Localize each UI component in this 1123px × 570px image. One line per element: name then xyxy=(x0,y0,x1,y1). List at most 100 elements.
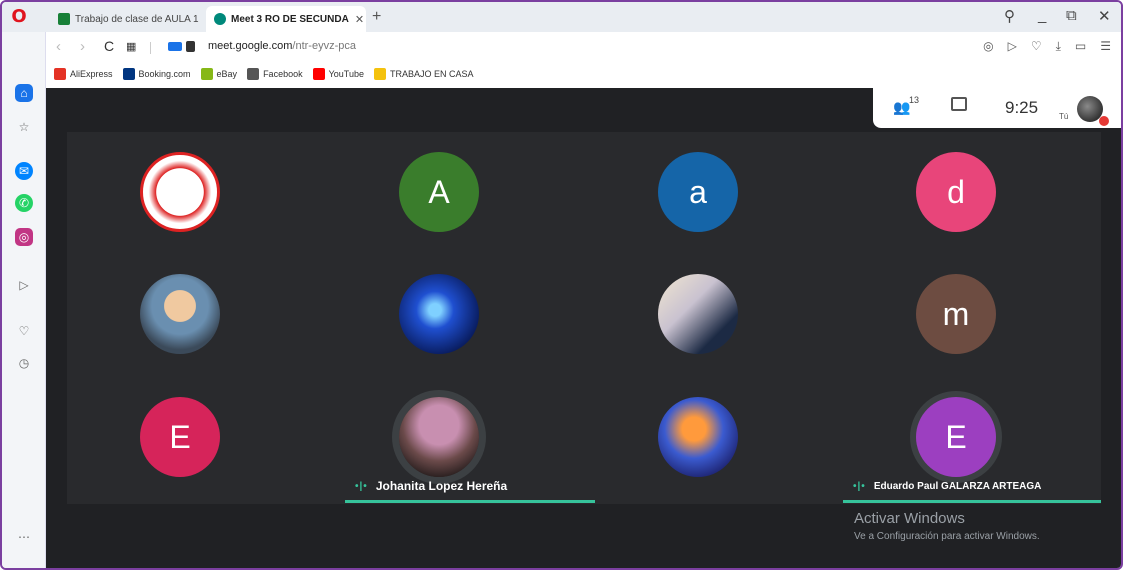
battery-icon[interactable]: ▭ xyxy=(1075,39,1086,54)
classroom-favicon-icon xyxy=(58,13,70,25)
tab-title: Trabajo de clase de AULA 1 xyxy=(75,13,199,25)
bookmark-label: Facebook xyxy=(263,69,303,79)
speaker-name: Eduardo Paul GALARZA ARTEAGA xyxy=(873,480,1042,492)
address-bar: ‹ › C ▦ meet.google.com/ntr-eyvz-pca ◎ ▷… xyxy=(46,32,1121,62)
participant-initial-avatar: m xyxy=(916,274,996,354)
participant-tile[interactable]: a xyxy=(570,132,826,252)
bookmark-youtube[interactable]: YouTube xyxy=(312,68,364,80)
tab-classwork[interactable]: Trabajo de clase de AULA 1 ✕ xyxy=(50,6,202,32)
star-icon[interactable]: ☆ xyxy=(15,118,33,136)
easy-setup-icon[interactable]: ☰ xyxy=(1100,39,1111,54)
more-icon[interactable]: ⋯ xyxy=(15,528,33,546)
participant-tile[interactable] xyxy=(570,254,826,374)
participant-tile[interactable] xyxy=(52,254,308,374)
participant-initial-avatar: E xyxy=(916,397,996,477)
download-icon[interactable]: ⤓ xyxy=(1056,39,1061,54)
participant-photo-avatar xyxy=(399,397,479,477)
watermark-subtitle: Ve a Configuración para activar Windows. xyxy=(854,531,1040,542)
participant-initial-avatar: a xyxy=(658,152,738,232)
participant-photo-avatar xyxy=(399,274,479,354)
bookmark-label: Booking.com xyxy=(138,69,191,79)
camera-icon[interactable] xyxy=(168,42,182,51)
new-tab-button[interactable]: + xyxy=(372,8,381,26)
send-icon[interactable]: ▷ xyxy=(15,276,33,294)
participant-tile[interactable]: A xyxy=(311,132,567,252)
meet-top-panel: 👥 13 9:25 Tú xyxy=(873,88,1121,128)
url-domain: meet.google.com xyxy=(208,40,293,52)
bookmark-booking[interactable]: Booking.com xyxy=(122,68,191,80)
participants-count: 13 xyxy=(909,95,920,105)
watermark-title: Activar Windows xyxy=(854,510,965,527)
ebay-icon xyxy=(200,68,213,80)
instagram-icon[interactable]: ◎ xyxy=(15,228,33,246)
participant-photo-avatar xyxy=(658,397,738,477)
snapshot-icon[interactable]: ◎ xyxy=(983,39,993,54)
speaking-indicator xyxy=(345,500,595,503)
url-field[interactable]: meet.google.com/ntr-eyvz-pca xyxy=(208,40,356,52)
home-icon[interactable]: ⌂ xyxy=(15,84,33,102)
back-icon[interactable]: ‹ xyxy=(56,38,61,55)
messenger-icon[interactable]: ✉ xyxy=(15,162,33,180)
speaker-name-label: •|• Eduardo Paul GALARZA ARTEAGA xyxy=(843,476,1041,496)
participant-initial-avatar: E xyxy=(140,397,220,477)
participant-tile[interactable] xyxy=(311,254,567,374)
self-label: Tú xyxy=(1059,112,1069,121)
meet-favicon-icon xyxy=(214,13,226,25)
audio-level-icon: •|• xyxy=(355,480,368,492)
participant-initial-avatar: d xyxy=(916,152,996,232)
reload-icon[interactable]: C xyxy=(104,38,114,54)
browser-window: O Trabajo de clase de AULA 1 ✕ Meet 3 RO… xyxy=(0,0,1123,570)
bookmark-aliexpress[interactable]: AliExpress xyxy=(54,68,113,80)
participants-icon[interactable]: 👥 xyxy=(893,99,910,116)
minimize-button[interactable]: _ xyxy=(1038,7,1046,24)
close-window-button[interactable]: ✕ xyxy=(1098,7,1111,25)
url-path: /ntr-eyvz-pca xyxy=(292,40,356,52)
participant-tile[interactable]: E xyxy=(52,377,308,497)
participant-photo-avatar xyxy=(658,274,738,354)
heart-icon[interactable]: ♡ xyxy=(15,322,33,340)
heart-icon[interactable]: ♡ xyxy=(1031,39,1042,54)
search-tabs-icon[interactable]: ⚲ xyxy=(1004,7,1015,25)
opera-logo-icon[interactable]: O xyxy=(10,8,28,26)
participant-tile[interactable]: m xyxy=(828,254,1084,374)
bookmark-trabajo[interactable]: TRABAJO EN CASA xyxy=(373,68,474,80)
speed-dial-icon[interactable]: ▦ xyxy=(126,40,136,53)
folder-icon xyxy=(373,68,386,80)
lock-icon[interactable] xyxy=(186,41,195,52)
participant-tile[interactable] xyxy=(570,377,826,497)
participant-tile[interactable]: d xyxy=(828,132,1084,252)
divider xyxy=(150,42,151,54)
tab-bar: O Trabajo de clase de AULA 1 ✕ Meet 3 RO… xyxy=(2,2,1121,32)
bookmark-ebay[interactable]: eBay xyxy=(200,68,237,80)
aliexpress-icon xyxy=(54,68,66,80)
meet-area: 👥 13 9:25 Tú Aa d m E E •|• Johanita Lopez Her… xyxy=(46,88,1121,568)
restore-button[interactable]: ⧉ xyxy=(1066,7,1077,24)
tab-meet[interactable]: Meet 3 RO DE SECUNDA ✕ xyxy=(206,6,366,32)
audio-level-icon: •|• xyxy=(853,480,866,492)
bookmark-label: YouTube xyxy=(328,69,364,79)
history-icon[interactable]: ◷ xyxy=(15,354,33,372)
notification-badge xyxy=(1099,116,1109,126)
address-actions: ◎ ▷ ♡ ⤓ ▭ ☰ xyxy=(983,39,1111,54)
bookmark-facebook[interactable]: Facebook xyxy=(247,68,303,80)
youtube-icon xyxy=(312,68,325,80)
bookmarks-bar: AliExpress Booking.com eBay Facebook You… xyxy=(46,62,1121,86)
chat-icon[interactable] xyxy=(951,97,967,111)
send-icon[interactable]: ▷ xyxy=(1008,39,1017,54)
speaker-name: Johanita Lopez Hereña xyxy=(375,479,508,493)
participant-tile[interactable] xyxy=(52,132,308,252)
tab-title: Meet 3 RO DE SECUNDA xyxy=(231,13,349,25)
speaker-name-label: •|• Johanita Lopez Hereña xyxy=(345,476,507,496)
tab-close-icon[interactable]: ✕ xyxy=(355,13,364,26)
speaking-indicator xyxy=(843,500,1101,503)
windows-activation-watermark: Activar Windows Ve a Configuración para … xyxy=(854,510,1040,542)
bookmark-label: AliExpress xyxy=(70,69,113,79)
whatsapp-icon[interactable]: ✆ xyxy=(15,194,33,212)
forward-icon[interactable]: › xyxy=(80,38,85,55)
participant-photo-avatar xyxy=(140,274,220,354)
meeting-clock: 9:25 xyxy=(1005,98,1039,117)
participant-initial-avatar: A xyxy=(399,152,479,232)
facebook-icon xyxy=(247,68,260,80)
bookmark-label: TRABAJO EN CASA xyxy=(389,69,474,79)
participant-photo-avatar xyxy=(140,152,220,232)
